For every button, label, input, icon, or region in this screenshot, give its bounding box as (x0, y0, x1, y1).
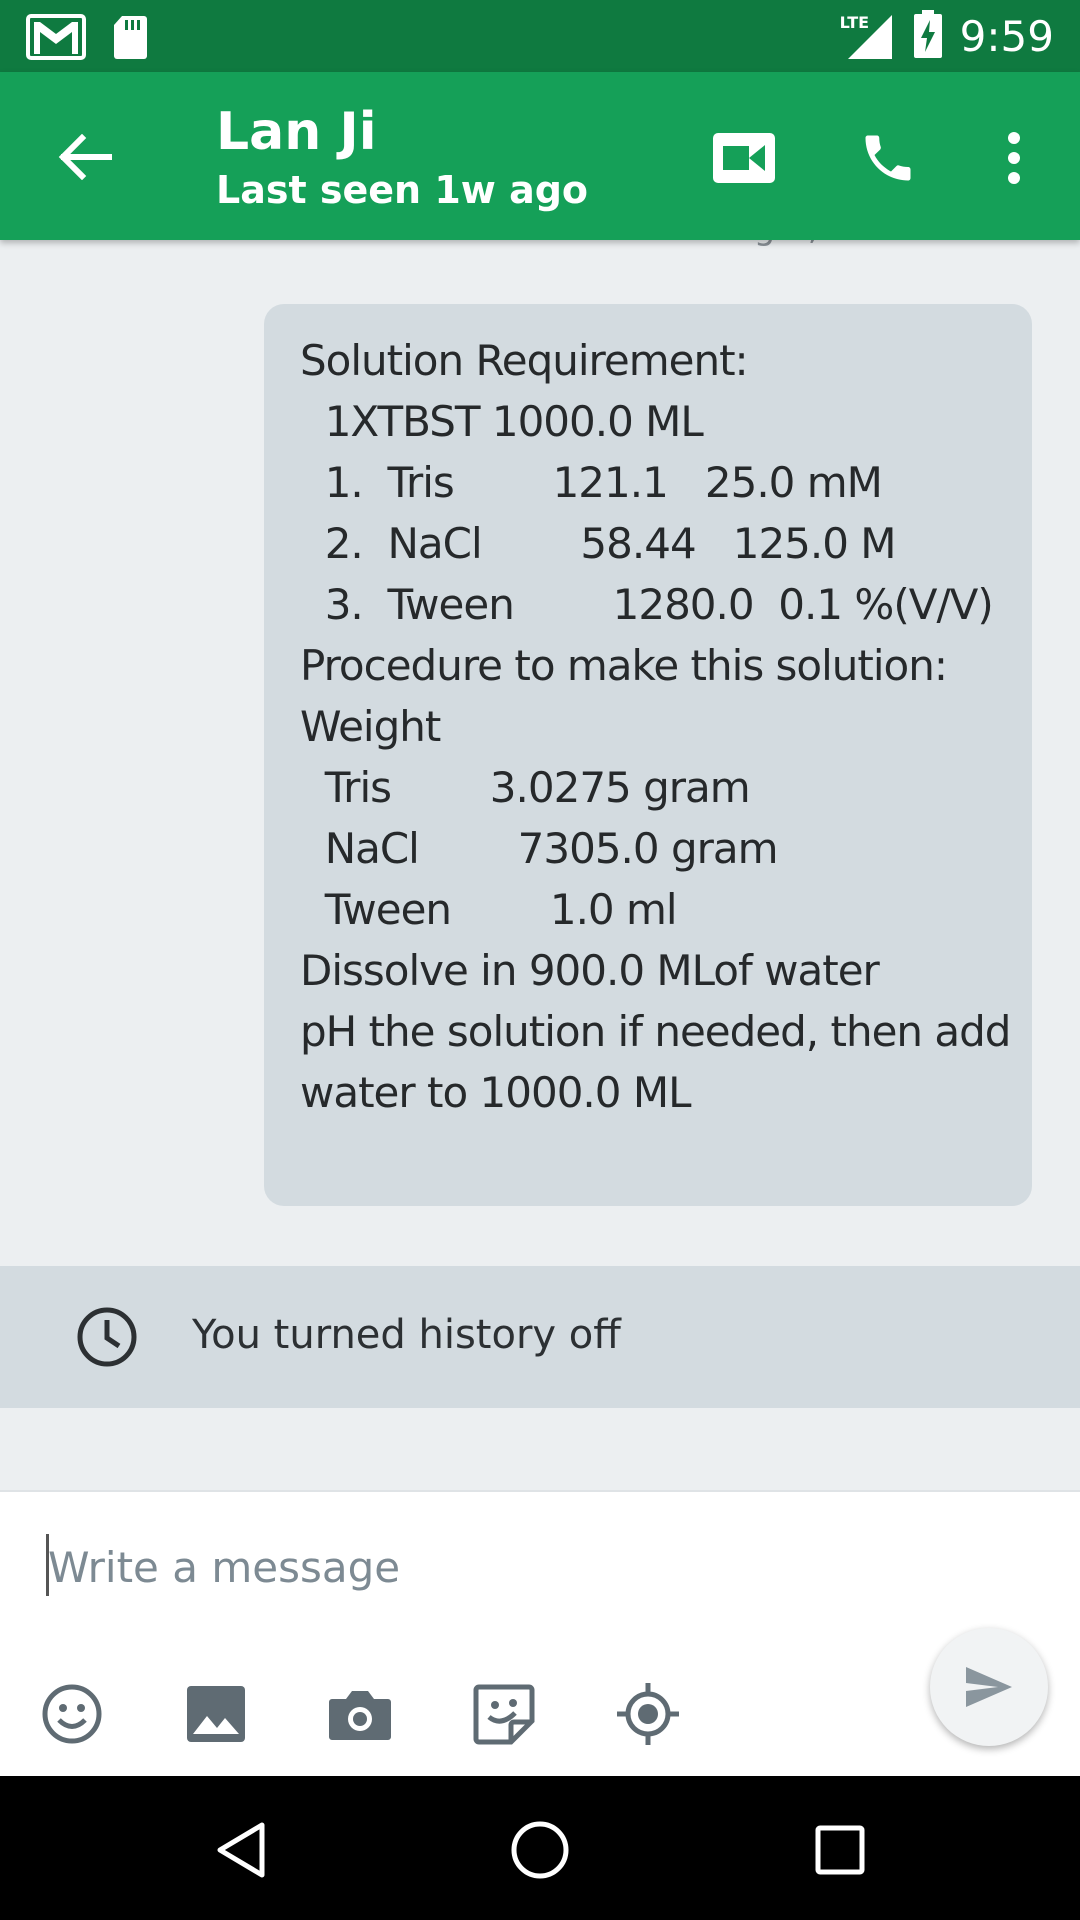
circle-home-icon (511, 1821, 569, 1879)
camera-icon (329, 1691, 391, 1740)
image-icon (187, 1686, 245, 1742)
location-button[interactable] (608, 1674, 688, 1754)
app-bar: Lan Ji Last seen 1w ago (0, 72, 1080, 240)
message-composer (0, 1490, 1080, 1776)
outgoing-message-bubble[interactable]: Solution Requirement: 1XTBST 1000.0 ML 1… (264, 304, 1032, 1206)
voice-call-button[interactable] (850, 120, 926, 196)
message-line: Dissolve in 900.0 MLof water (300, 946, 880, 995)
message-line: 1XTBST 1000.0 ML (300, 397, 704, 446)
message-line: NaCl 7305.0 gram (300, 824, 779, 873)
more-vertical-icon (1008, 132, 1020, 184)
message-timestamp: Aug 2, 10:34 PM (709, 240, 988, 248)
send-button[interactable] (930, 1628, 1048, 1746)
contact-name[interactable]: Lan Ji (216, 102, 377, 162)
message-input[interactable] (48, 1532, 868, 1602)
video-camera-icon (713, 133, 775, 183)
history-off-notice: You turned history off (0, 1266, 1080, 1408)
message-line: Procedure to make this solution: (300, 641, 948, 690)
clock-time: 9:59 (959, 11, 1054, 61)
gmail-notification-icon (26, 14, 86, 64)
emoji-button[interactable] (32, 1674, 112, 1754)
square-recents-icon (815, 1825, 865, 1875)
message-line: Weight (300, 702, 441, 751)
location-icon (617, 1683, 679, 1745)
conversation-area[interactable]: Aug 2, 10:34 PM Solution Requirement: 1X… (0, 240, 1080, 1490)
message-line: Tris 3.0275 gram (300, 763, 751, 812)
message-line: 2. NaCl 58.44 125.0 M (300, 519, 897, 568)
overflow-menu-button[interactable] (976, 120, 1052, 196)
emoji-icon (42, 1684, 102, 1744)
arrow-left-icon (58, 134, 112, 180)
camera-button[interactable] (320, 1674, 400, 1754)
status-bar: LTE 9:59 (0, 0, 1080, 72)
message-line: 3. Tween 1280.0 0.1 %(V/V) (300, 580, 994, 629)
message-line: 1. Tris 121.1 25.0 mM (300, 458, 883, 507)
phone-icon (865, 135, 911, 181)
back-button[interactable] (50, 122, 120, 192)
nav-home-button[interactable] (500, 1810, 580, 1890)
nav-back-button[interactable] (200, 1810, 280, 1890)
message-line: Solution Requirement: (300, 336, 749, 385)
history-notice-text: You turned history off (192, 1312, 621, 1358)
video-call-button[interactable] (706, 120, 782, 196)
send-icon (966, 1667, 1012, 1707)
sd-card-icon (112, 14, 148, 64)
nav-recents-button[interactable] (800, 1810, 880, 1890)
message-line: water to 1000.0 ML (300, 1068, 691, 1117)
system-navigation-bar (0, 1776, 1080, 1920)
message-line: Tween 1.0 ml (300, 885, 678, 934)
battery-charging-icon (913, 10, 942, 62)
clock-icon (77, 1307, 137, 1367)
sticker-icon (473, 1684, 535, 1745)
contact-last-seen: Last seen 1w ago (216, 168, 589, 212)
message-line: pH the solution if needed, then add (300, 1007, 1011, 1056)
sticker-button[interactable] (464, 1674, 544, 1754)
text-cursor (46, 1534, 49, 1596)
signal-icon: LTE (840, 11, 896, 61)
gallery-button[interactable] (176, 1674, 256, 1754)
triangle-back-icon (217, 1822, 265, 1878)
